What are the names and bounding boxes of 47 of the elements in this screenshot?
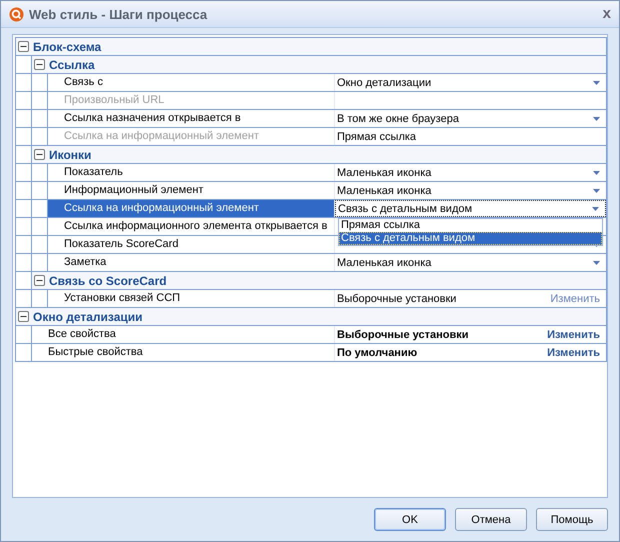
property-name[interactable]: Информационный элемент — [48, 182, 335, 199]
property-name[interactable]: Ссылка информационного элемента открывается в — [48, 218, 335, 235]
collapse-toggle-icon[interactable] — [18, 311, 29, 322]
collapse-toggle-icon[interactable] — [34, 275, 45, 286]
property-value: Маленькая иконка — [337, 166, 432, 178]
category-title: Окно детализации — [33, 310, 143, 324]
property-value: Маленькая иконка — [337, 256, 432, 268]
category-title: Иконки — [49, 148, 92, 162]
category-title: Ссылка — [49, 58, 95, 72]
property-value: По умолчанию — [337, 346, 418, 358]
property-name[interactable]: Ссылка на информационный элемент — [48, 200, 335, 217]
window-title: Web стиль - Шаги процесса — [29, 6, 208, 22]
property-name[interactable]: Заметка — [48, 254, 335, 271]
collapse-toggle-icon[interactable] — [34, 59, 45, 70]
close-button[interactable]: x — [602, 7, 611, 21]
property-name[interactable]: Все свойства — [32, 326, 335, 343]
property-value: Прямая ссылка — [337, 130, 418, 142]
property-name[interactable]: Связь с — [48, 74, 335, 91]
change-link[interactable]: Изменить — [550, 292, 600, 304]
property-name[interactable]: Установки связей ССП — [48, 290, 335, 307]
category-header[interactable]: Связь со ScoreCard — [32, 272, 606, 289]
category-header[interactable]: Ссылка — [32, 56, 606, 73]
collapse-toggle-icon[interactable] — [18, 41, 29, 52]
app-logo-icon — [9, 6, 24, 22]
property-name[interactable]: Быстрые свойства — [32, 344, 335, 361]
dialog-button[interactable]: Помощь — [536, 508, 608, 531]
dialog-button[interactable]: OK — [374, 508, 446, 531]
category-header[interactable]: Блок-схема — [16, 38, 606, 55]
dropdown-option[interactable]: Связь с детальным видом — [339, 232, 602, 245]
change-link[interactable]: Изменить — [547, 328, 600, 340]
collapse-toggle-icon[interactable] — [34, 149, 45, 160]
property-name[interactable]: Ссылка назначения открывается в — [48, 110, 335, 127]
category-header[interactable]: Окно детализации — [16, 308, 606, 325]
property-value: Выборочные установки — [337, 328, 470, 340]
change-link[interactable]: Изменить — [547, 346, 600, 358]
dropdown-option[interactable]: Прямая ссылка — [339, 219, 602, 232]
category-title: Блок-схема — [33, 40, 102, 54]
property-value: Окно детализации — [337, 76, 432, 88]
property-value: Связь с детальным видом — [338, 202, 474, 214]
category-title: Связь со ScoreCard — [49, 274, 167, 288]
property-value: Выборочные установки — [337, 292, 458, 304]
dialog-button[interactable]: Отмена — [455, 508, 527, 531]
property-name[interactable]: Показатель ScoreCard — [48, 236, 335, 253]
property-name[interactable]: Показатель — [48, 164, 335, 181]
property-value: Маленькая иконка — [337, 184, 432, 196]
category-header[interactable]: Иконки — [32, 146, 606, 163]
property-value: В том же окне браузера — [337, 112, 460, 124]
